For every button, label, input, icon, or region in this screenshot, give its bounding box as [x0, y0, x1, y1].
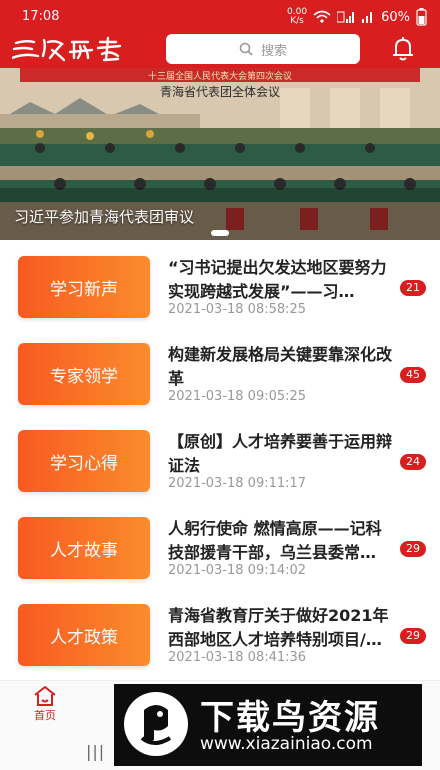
category-tag[interactable]: 学习心得 [18, 430, 150, 492]
category-tag[interactable]: 专家领学 [18, 343, 150, 405]
count-badge: 29 [400, 541, 426, 557]
wifi-icon [313, 10, 331, 23]
list-item[interactable]: 专家领学 构建新发展格局关键要靠深化改革 2021-03-18 09:05:25… [0, 331, 440, 417]
watermark-url: www.xiazainiao.com [200, 734, 373, 754]
category-tag[interactable]: 人才政策 [18, 604, 150, 666]
status-bar: 17:08 0.00 K/s 60% [0, 0, 440, 32]
article-time: 2021-03-18 08:58:25 [168, 302, 307, 317]
list-item[interactable]: 人才故事 人躬行使命 燃情高原——记科技部援青干部，乌兰县委常… 2021-03… [0, 505, 440, 591]
network-speed: 0.00 K/s [287, 7, 308, 26]
nav-home-tab[interactable]: 首页 [20, 685, 70, 729]
status-icons: 0.00 K/s 60% [287, 8, 428, 26]
article-time: 2021-03-18 09:14:02 [168, 563, 307, 578]
search-placeholder: 搜索 [260, 43, 287, 59]
count-badge: 24 [400, 454, 426, 470]
banner-sign-subtext: 十三届全国人民代表大会第四次会议 [148, 70, 292, 82]
carousel-dot-active [211, 230, 229, 236]
article-title[interactable]: 构建新发展格局关键要靠深化改革 [168, 343, 396, 391]
count-badge: 29 [400, 628, 426, 644]
article-time: 2021-03-18 09:05:25 [168, 389, 307, 404]
app-header: 搜索 [0, 32, 440, 68]
search-icon [239, 42, 253, 56]
watermark: 下载鸟资源 www.xiazainiao.com [114, 684, 422, 766]
battery-icon [416, 8, 427, 26]
nav-home-label: 首页 [34, 709, 56, 722]
article-time: 2021-03-18 09:11:17 [168, 476, 307, 491]
article-time: 2021-03-18 08:41:36 [168, 650, 307, 665]
banner-sign-text: 青海省代表团全体会议 [160, 84, 280, 99]
banner-caption: 习近平参加青海代表团审议 [14, 208, 195, 226]
article-title[interactable]: 人躬行使命 燃情高原——记科技部援青干部，乌兰县委常… [168, 517, 396, 565]
calligraphy-logo [12, 36, 122, 62]
status-time: 17:08 [22, 9, 60, 24]
search-bar[interactable]: 搜索 [166, 34, 360, 64]
signal-icon [362, 12, 373, 23]
hd-signal-icon [337, 11, 355, 23]
top-bar: 17:08 0.00 K/s 60% 搜索 [0, 0, 440, 68]
list-item[interactable]: 人才政策 青海省教育厅关于做好2021年西部地区人才培养特别项目/… 2021-… [0, 592, 440, 678]
category-tag[interactable]: 学习新声 [18, 256, 150, 318]
home-icon [34, 686, 56, 706]
article-title[interactable]: “习书记提出欠发达地区要努力实现跨越式发展”——习… [168, 256, 396, 304]
recent-apps-icon[interactable]: ||| [86, 742, 105, 761]
bell-icon[interactable] [388, 34, 418, 64]
count-badge: 45 [400, 367, 426, 383]
watermark-title: 下载鸟资源 [200, 698, 380, 738]
carousel-indicator [0, 230, 440, 236]
bird-logo-icon [124, 692, 188, 756]
article-title[interactable]: 青海省教育厅关于做好2021年西部地区人才培养特别项目/… [168, 604, 396, 652]
battery-level: 60% [381, 9, 410, 25]
category-tag[interactable]: 人才故事 [18, 517, 150, 579]
news-banner[interactable]: 十三届全国人民代表大会第四次会议 青海省代表团全体会议 习近平参加青海代表团审议 [0, 68, 440, 240]
list-item[interactable]: 学习心得 【原创】人才培养要善于运用辩证法 2021-03-18 09:11:1… [0, 418, 440, 504]
count-badge: 21 [400, 280, 426, 296]
article-title[interactable]: 【原创】人才培养要善于运用辩证法 [168, 430, 396, 478]
list-item[interactable]: 学习新声 “习书记提出欠发达地区要努力实现跨越式发展”——习… 2021-03-… [0, 244, 440, 330]
